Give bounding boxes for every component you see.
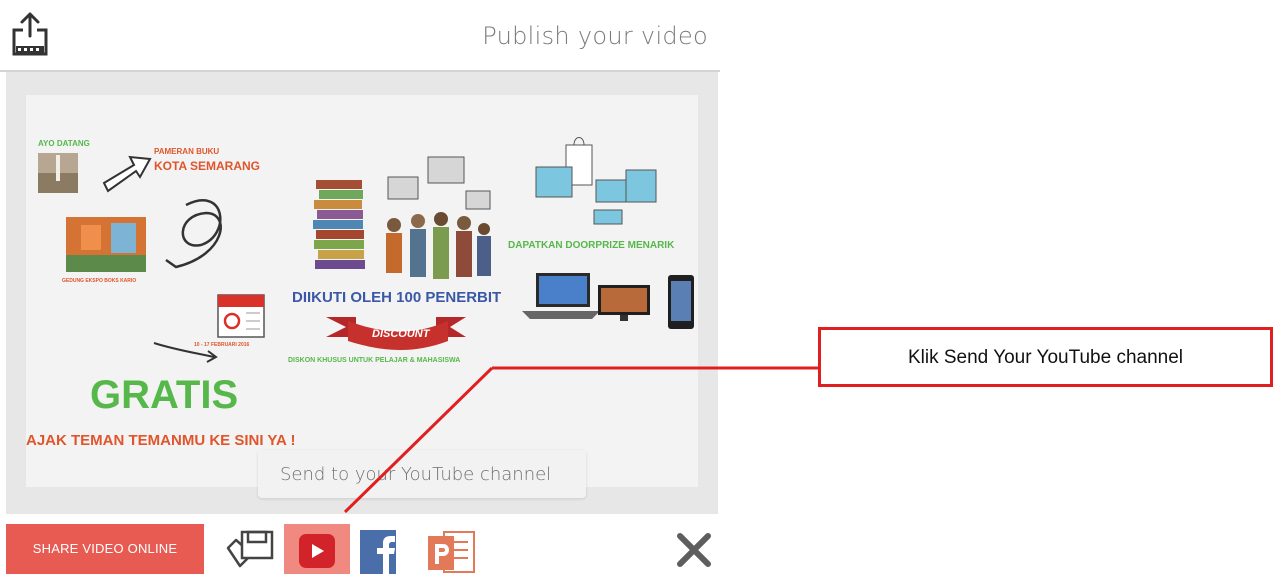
- annotation-callout: Klik Send Your YouTube channel: [818, 327, 1273, 387]
- header: Publish your video: [0, 0, 720, 72]
- powerpoint-icon[interactable]: [424, 524, 480, 574]
- preview-label-date: 10 - 17 FEBRUARI 2016: [194, 342, 250, 348]
- preview-label-kota: KOTA SEMARANG: [154, 159, 260, 173]
- close-icon[interactable]: [674, 532, 714, 568]
- preview-label-discount: DISCOUNT: [372, 328, 430, 340]
- share-video-online-button[interactable]: SHARE VIDEO ONLINE: [6, 524, 204, 574]
- preview-label-diskon: DISKON KHUSUS UNTUK PELAJAR & MAHASISWA: [288, 357, 461, 364]
- callout-text: Klik Send Your YouTube channel: [907, 347, 1184, 368]
- youtube-button[interactable]: [284, 524, 350, 574]
- share-toolbar: SHARE VIDEO ONLINE: [0, 516, 720, 574]
- preview-label-ayo: AYO DATANG: [38, 139, 90, 148]
- page-title: Publish your video: [482, 22, 708, 50]
- save-video-icon[interactable]: [222, 524, 278, 574]
- preview-label-diikuti: DIIKUTI OLEH 100 PENERBIT: [292, 289, 502, 306]
- tooltip-text: Send to your YouTube channel: [280, 464, 552, 485]
- video-preview[interactable]: AYO DATANG PAMERAN BUKU KOTA SEMARANG GE…: [26, 95, 698, 487]
- youtube-tooltip: Send to your YouTube channel: [258, 450, 586, 498]
- preview-label-pameran: PAMERAN BUKU: [154, 147, 220, 156]
- facebook-icon[interactable]: [358, 524, 412, 574]
- preview-label-ajak: AJAK TEMAN TEMANMU KE SINI YA !: [26, 432, 296, 449]
- upload-icon[interactable]: [10, 10, 50, 60]
- preview-label-doorprize: DAPATKAN DOORPRIZE MENARIK: [508, 240, 675, 251]
- preview-label-building: GEDUNG EKSPO BOKS KARIO: [62, 278, 137, 284]
- video-preview-frame: AYO DATANG PAMERAN BUKU KOTA SEMARANG GE…: [6, 72, 718, 514]
- youtube-icon: [299, 534, 335, 568]
- preview-label-gratis: GRATIS: [90, 373, 239, 417]
